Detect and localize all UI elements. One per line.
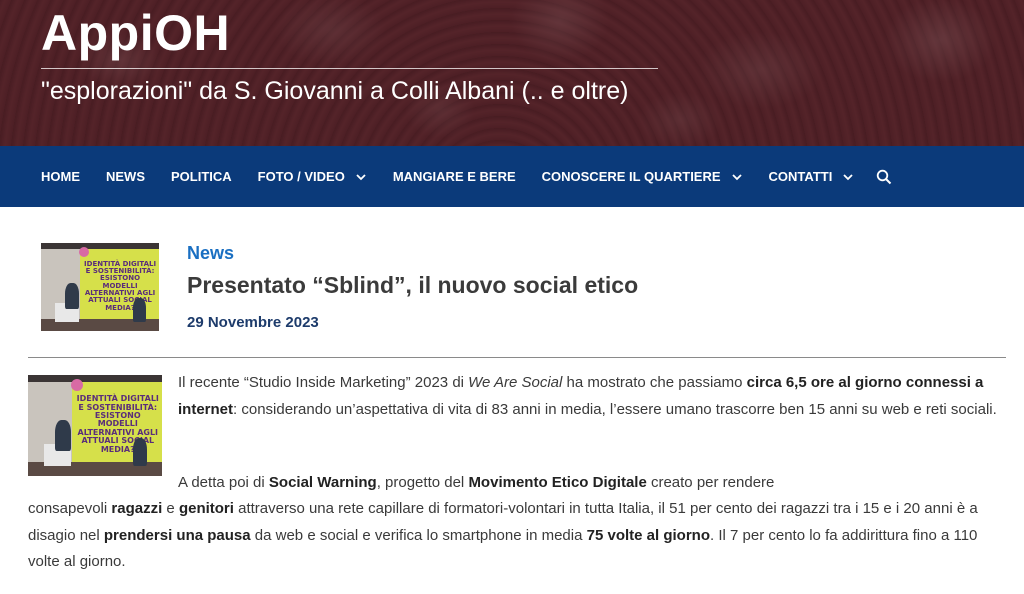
text-run: da web e social e verifica lo smartphone… [250, 526, 587, 544]
chevron-down-icon[interactable] [731, 171, 743, 183]
article-date[interactable]: 29 Novembre 2023 [187, 314, 319, 331]
nav-item-label: CONOSCERE IL QUARTIERE [541, 169, 721, 184]
nav-item-label: POLITICA [171, 169, 232, 184]
text-run: A detta poi di [178, 474, 269, 491]
photo-ceiling [41, 243, 159, 250]
nav-item-contatti[interactable]: CONTATTI [769, 169, 855, 184]
text-run: : considerando un’aspettativa di vita di… [233, 400, 997, 418]
article-category[interactable]: News [187, 243, 234, 264]
photo-seated-person [132, 437, 148, 466]
bold-text: ragazzi [111, 500, 163, 517]
nav-item-politica[interactable]: POLITICA [171, 169, 232, 184]
article-title[interactable]: Presentato “Sblind”, il nuovo social eti… [187, 272, 638, 299]
main-nav: HOME NEWS POLITICA FOTO / VIDEO MANGIARE E B… [0, 146, 1024, 207]
bold-text: 75 volte al giorno [586, 526, 710, 544]
text-run: creato per rendere [646, 474, 775, 491]
article-divider [28, 357, 1006, 358]
article-paragraph-2: consapevoli ragazzi e genitori attravers… [28, 496, 1010, 576]
article-paragraph-2-line-1: A detta poi di Social Warning, progetto … [178, 470, 1010, 497]
article-thumbnail[interactable]: IDENTITÀ DIGITALI E SOSTENIBILITÀ: ESIST… [41, 243, 159, 331]
bold-text: Movimento Etico Digitale [468, 474, 647, 491]
search-icon[interactable] [876, 169, 892, 185]
nav-item-label: NEWS [106, 169, 145, 184]
nav-item-foto-video[interactable]: FOTO / VIDEO [258, 169, 367, 184]
text-run: e [162, 500, 179, 517]
site-tagline: "esplorazioni" da S. Giovanni a Colli Al… [41, 77, 629, 105]
article-body-image: IDENTITÀ DIGITALI E SOSTENIBILITÀ: ESIST… [28, 375, 162, 476]
title-divider [41, 68, 658, 69]
photo-seated-person [133, 297, 146, 323]
bold-text: Social Warning [268, 474, 377, 491]
text-run: ha mostrato che passiamo [562, 374, 747, 391]
nav-item-news[interactable]: NEWS [106, 169, 145, 184]
article-paragraph-1: Il recente “Studio Inside Marketing” 202… [178, 370, 1010, 423]
nav-item-label: CONTATTI [768, 169, 833, 184]
text-run: , progetto del [376, 474, 469, 491]
nav-item-label: FOTO / VIDEO [257, 169, 345, 184]
nav-item-conoscere-il-quartiere[interactable]: CONOSCERE IL QUARTIERE [542, 169, 743, 184]
bold-text: prendersi una pausa [103, 526, 251, 544]
header-banner: AppiOH "esplorazioni" da S. Giovanni a C… [0, 0, 1024, 146]
photo-slide-text: IDENTITÀ DIGITALI E SOSTENIBILITÀ: ESIST… [76, 394, 159, 454]
chevron-down-icon[interactable] [355, 171, 367, 183]
nav-item-mangiare-e-bere[interactable]: MANGIARE E BERE [393, 169, 516, 184]
text-run: Il recente “Studio Inside Marketing” 202… [178, 374, 469, 391]
photo-speaker [64, 282, 79, 309]
photo-speaker [54, 420, 71, 451]
nav-item-home[interactable]: HOME [41, 169, 80, 184]
photo-logo-shape [70, 379, 83, 392]
nav-item-label: HOME [41, 169, 80, 184]
text-run: consapevoli [28, 500, 112, 517]
chevron-down-icon[interactable] [842, 171, 854, 183]
italic-text: We Are Social [468, 374, 563, 391]
site-title[interactable]: AppiOH [41, 4, 230, 62]
bold-text: genitori [178, 500, 234, 517]
nav-item-label: MANGIARE E BERE [392, 169, 516, 184]
photo-ceiling [28, 375, 162, 383]
